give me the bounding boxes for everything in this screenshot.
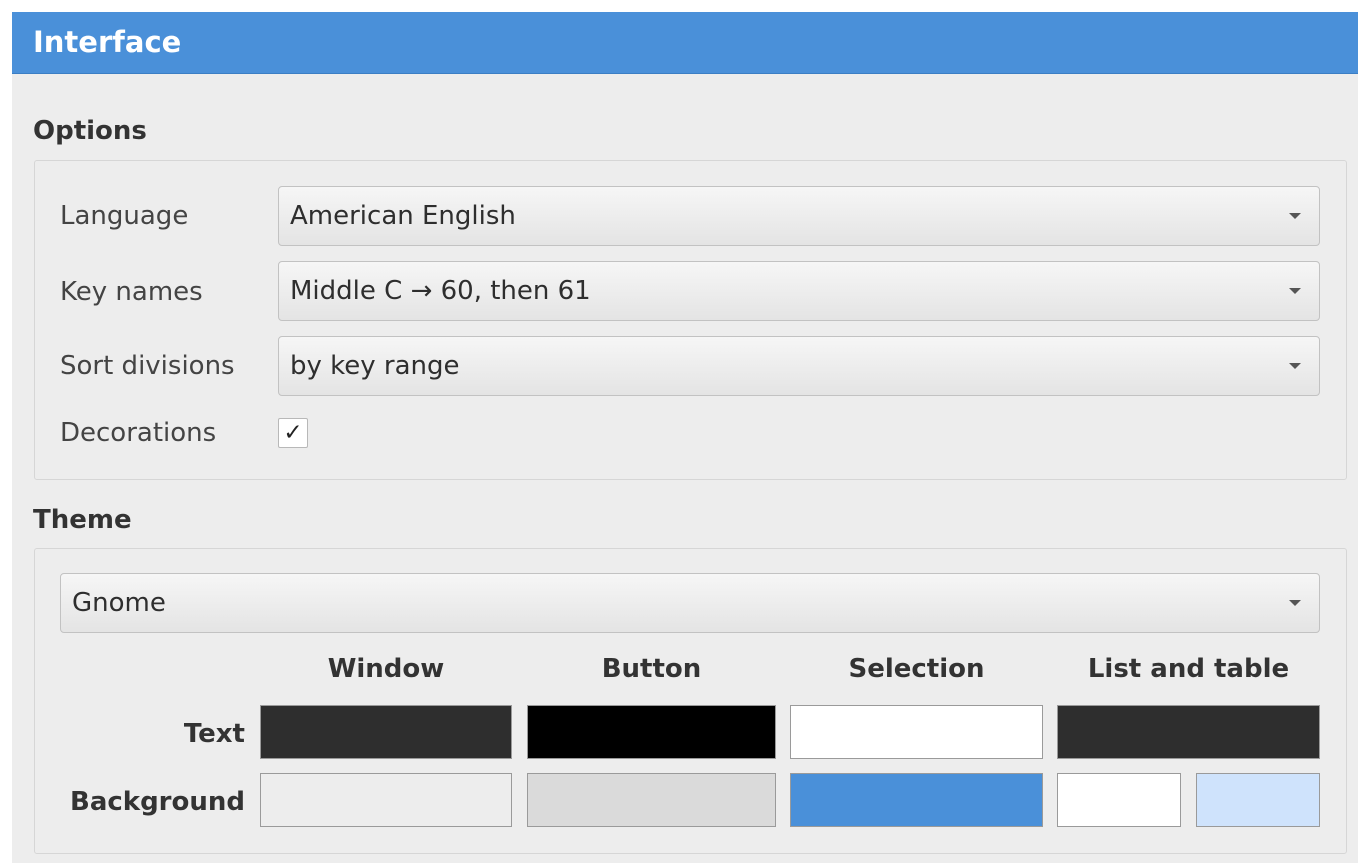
selection-background-color-swatch[interactable] (790, 773, 1043, 827)
row-header-background: Background (70, 787, 245, 817)
column-header-list-and-table: List and table (1087, 654, 1290, 684)
button-background-color-swatch[interactable] (527, 773, 776, 827)
column-header-button: Button (601, 654, 702, 684)
list-alternate-background-color-swatch[interactable] (1196, 773, 1320, 827)
chevron-down-icon (1289, 213, 1301, 219)
language-label: Language (60, 201, 189, 231)
language-dropdown[interactable]: American English (278, 186, 1320, 246)
theme-value: Gnome (72, 588, 166, 618)
sort-divisions-dropdown[interactable]: by key range (278, 336, 1320, 396)
sort-divisions-label: Sort divisions (60, 351, 235, 381)
decorations-label: Decorations (60, 418, 217, 448)
language-value: American English (290, 201, 516, 231)
list-background-color-swatch[interactable] (1057, 773, 1181, 827)
decorations-checkbox[interactable]: ✓ (278, 418, 308, 448)
theme-section-title: Theme (33, 505, 132, 535)
options-section-title: Options (33, 116, 147, 146)
list-text-color-swatch[interactable] (1057, 705, 1320, 759)
page-title: Interface (33, 25, 182, 59)
column-header-window: Window (327, 654, 445, 684)
row-header-text: Text (183, 719, 245, 749)
chevron-down-icon (1289, 363, 1301, 369)
button-text-color-swatch[interactable] (527, 705, 776, 759)
window-text-color-swatch[interactable] (260, 705, 512, 759)
chevron-down-icon (1289, 288, 1301, 294)
chevron-down-icon (1289, 600, 1301, 606)
title-bar: Interface (12, 12, 1358, 74)
key-names-label: Key names (60, 277, 203, 307)
sort-divisions-value: by key range (290, 351, 460, 381)
key-names-value: Middle C → 60, then 61 (290, 276, 591, 306)
window-background-color-swatch[interactable] (260, 773, 512, 827)
key-names-dropdown[interactable]: Middle C → 60, then 61 (278, 261, 1320, 321)
column-header-selection: Selection (848, 654, 985, 684)
theme-dropdown[interactable]: Gnome (60, 573, 1320, 633)
checkmark-icon: ✓ (283, 420, 303, 446)
selection-text-color-swatch[interactable] (790, 705, 1043, 759)
